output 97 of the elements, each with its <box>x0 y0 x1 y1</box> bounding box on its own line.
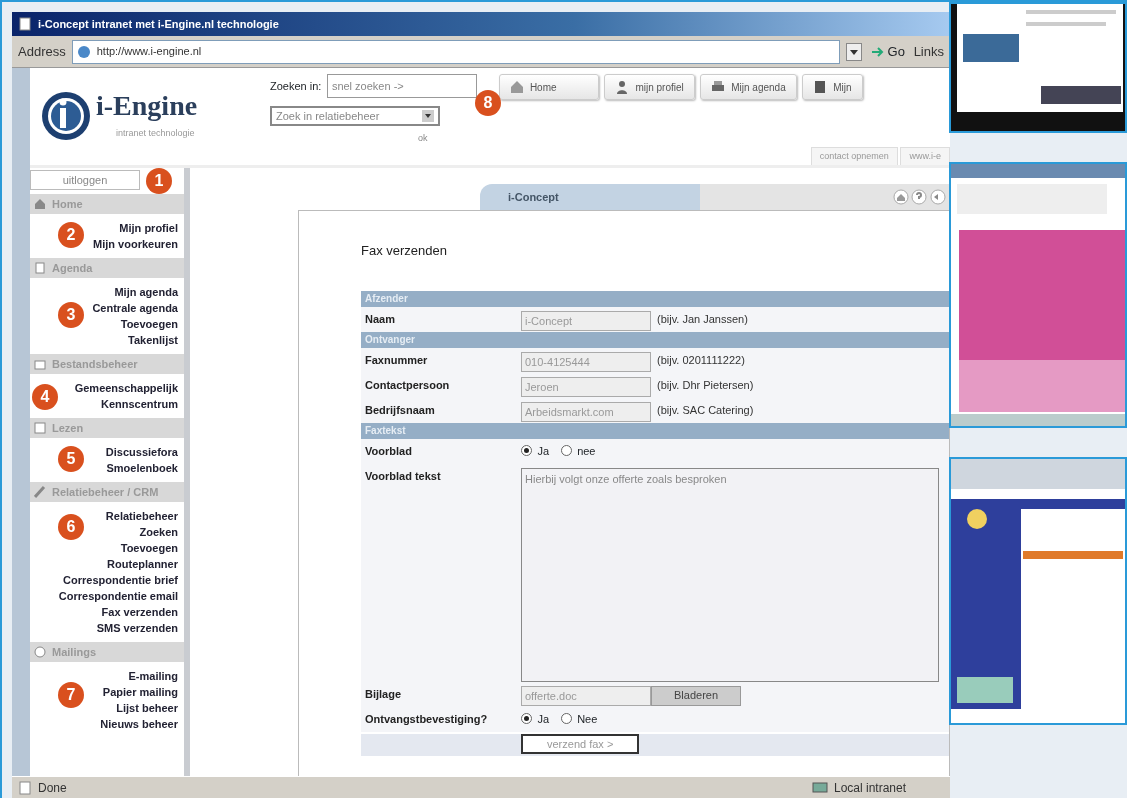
menu-link[interactable]: Relatiebeheer <box>105 508 178 524</box>
radio-button[interactable] <box>521 445 532 457</box>
callout-badge: 3 <box>58 302 84 328</box>
field-label: Voorblad <box>364 443 413 459</box>
callout-badge: 5 <box>58 446 84 472</box>
person-icon <box>615 80 630 94</box>
help-icon <box>911 189 928 205</box>
callout-badge: 7 <box>58 682 84 708</box>
logo-tagline: intranet technologie <box>116 126 196 140</box>
field-hint: (bijv. Jan Janssen) <box>657 311 748 327</box>
field-label: Contactpersoon <box>364 377 451 393</box>
section-title: Lezen <box>52 420 84 436</box>
book-icon <box>813 80 828 94</box>
search-label: Zoeken in: <box>270 78 322 94</box>
menu-link[interactable]: Toevoegen <box>120 540 178 556</box>
logout-link[interactable]: uitloggen <box>30 170 140 190</box>
section-icon <box>34 486 46 498</box>
logo-name: i-Engine <box>96 90 198 121</box>
field-label: Faxnummer <box>364 352 429 368</box>
menu-link[interactable]: Toevoegen <box>120 316 178 332</box>
toolbar-button[interactable]: mijn profiel <box>604 74 695 100</box>
radio-button[interactable] <box>521 713 532 725</box>
radio-button[interactable] <box>560 713 572 725</box>
window-title: i-Concept intranet met i-Engine.nl technologie <box>38 16 279 32</box>
menu-link[interactable]: Mijn agenda <box>114 284 178 300</box>
menu-link[interactable]: Mijn profiel <box>119 220 178 236</box>
menu-link[interactable]: Papier mailing <box>102 684 178 700</box>
menu-link[interactable]: Mijn voorkeuren <box>93 236 178 252</box>
section-title: Agenda <box>52 260 93 276</box>
globe-icon <box>76 44 91 59</box>
network-icon <box>812 780 828 795</box>
field-label: Ontvangstbevestiging? <box>364 711 489 727</box>
page-icon <box>18 17 32 31</box>
scope-select[interactable]: Zoek in relatiebeheer <box>270 106 440 126</box>
callout-badge: 8 <box>475 90 501 116</box>
house-icon <box>509 80 524 94</box>
page-heading: Fax verzenden <box>361 242 448 260</box>
page-icon <box>18 780 32 795</box>
menu-link[interactable]: Fax verzenden <box>101 604 178 620</box>
status-text: Done <box>38 779 68 797</box>
field-label: Naam <box>364 311 396 327</box>
radio-label: Nee <box>577 711 598 727</box>
content-tab[interactable]: i-Concept <box>480 184 700 210</box>
field-label: Voorblad tekst <box>364 468 442 484</box>
radio-label: Ja <box>537 711 550 727</box>
menu-link[interactable]: Correspondentie email <box>58 588 178 604</box>
printer-icon <box>711 80 726 94</box>
section-icon <box>34 646 46 658</box>
section-icon <box>34 422 46 434</box>
address-field[interactable]: http://www.i-engine.nl <box>71 39 841 64</box>
section-icon <box>34 198 46 210</box>
menu-link[interactable]: Gemeenschappelijk <box>74 380 178 396</box>
callout-badge: 1 <box>146 168 172 194</box>
menu-link[interactable]: Discussiefora <box>105 444 178 460</box>
field-label: Bijlage <box>364 686 403 702</box>
callout-badge: 6 <box>58 514 84 540</box>
field-label: Bedrijfsnaam <box>364 402 436 418</box>
menu-link[interactable]: Routeplanner <box>107 556 178 572</box>
links-button[interactable]: Links <box>913 41 944 62</box>
menu-link[interactable]: E-mailing <box>128 668 178 684</box>
field-hint: (bijv. 0201111222) <box>657 352 745 368</box>
menu-link[interactable]: Correspondentie brief <box>63 572 178 588</box>
menu-link[interactable]: Nieuws beheer <box>100 716 178 732</box>
back-icon <box>930 189 946 205</box>
section-icon <box>34 262 46 274</box>
zone-label: Local intranet <box>834 779 908 797</box>
toolbar-button[interactable]: Mijn <box>802 74 863 100</box>
toolbar-button[interactable]: Mijn agenda <box>700 74 797 100</box>
section-title: Mailings <box>52 644 96 660</box>
section-title: Home <box>52 196 83 212</box>
arrow-icon <box>870 45 885 58</box>
radio-label: Ja <box>537 443 550 459</box>
radio-button[interactable] <box>560 445 572 457</box>
logo-icon <box>40 89 92 142</box>
home-icon <box>892 189 909 205</box>
search-select[interactable]: snel zoeken -> <box>326 74 477 98</box>
toolbar-button[interactable]: Home <box>498 74 599 100</box>
ok-button[interactable]: ok <box>418 132 428 146</box>
menu-link[interactable]: Smoelenboek <box>106 460 178 476</box>
address-label: Address <box>18 42 66 61</box>
section-icon <box>34 358 46 370</box>
browse-button[interactable]: Bladeren <box>651 685 742 706</box>
menu-link[interactable]: Zoeken <box>139 524 178 540</box>
go-button[interactable]: Go <box>868 41 908 62</box>
menu-link[interactable]: Takenlijst <box>128 332 178 348</box>
menu-link[interactable]: Centrale agenda <box>92 300 178 316</box>
menu-link[interactable]: SMS verzenden <box>96 620 178 636</box>
section-title: Bestandsbeheer <box>52 356 138 372</box>
field-hint: (bijv. Dhr Pietersen) <box>657 377 754 393</box>
radio-label: nee <box>577 443 596 459</box>
section-title: Relatiebeheer / CRM <box>52 484 159 500</box>
menu-link[interactable]: Kennscentrum <box>100 396 178 412</box>
callout-badge: 2 <box>58 222 84 248</box>
menu-link[interactable]: Lijst beheer <box>116 700 178 716</box>
field-hint: (bijv. SAC Catering) <box>657 402 754 418</box>
section-bar: Afzender <box>361 290 949 307</box>
callout-badge: 4 <box>32 384 58 410</box>
